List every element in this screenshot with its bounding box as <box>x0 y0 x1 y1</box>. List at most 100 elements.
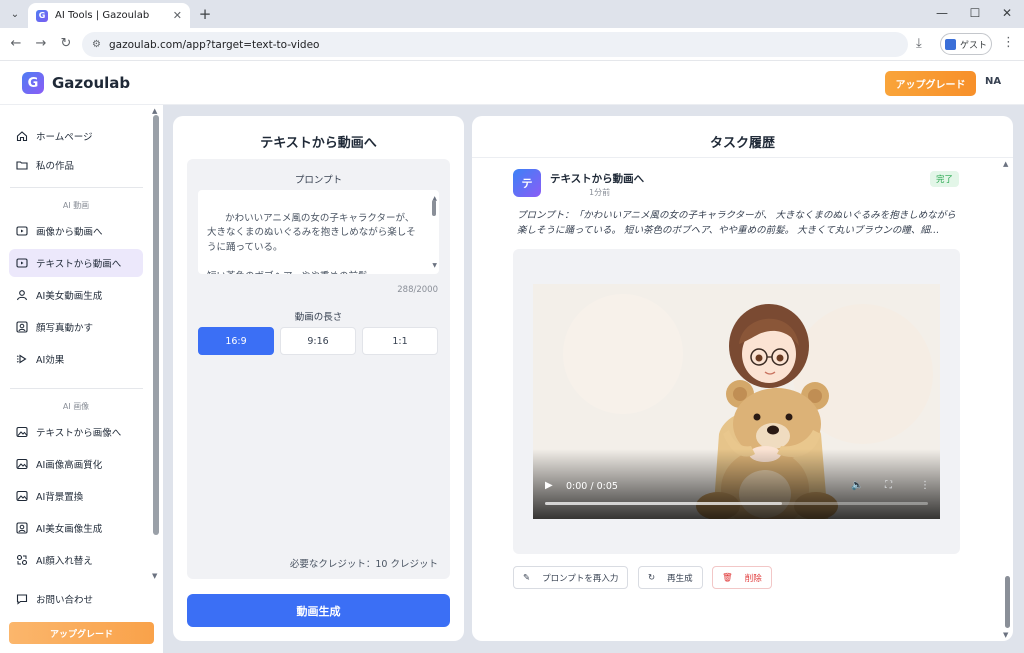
history-scroll-up-icon[interactable]: ▲ <box>1003 160 1008 168</box>
sidebar-divider <box>10 388 143 389</box>
window-close-icon[interactable]: ✕ <box>997 6 1017 20</box>
person-icon <box>16 289 28 301</box>
brand-name[interactable]: Gazoulab <box>52 74 130 92</box>
regenerate-button[interactable]: ↻ 再生成 <box>638 566 703 589</box>
url-text: gazoulab.com/app?target=text-to-video <box>108 38 320 51</box>
chat-icon <box>16 593 28 605</box>
browser-menu-icon[interactable]: ⋮ <box>1002 35 1015 50</box>
sidebar-item-label: AI効果 <box>36 355 65 366</box>
sidebar-scroll-down-icon[interactable]: ▼ <box>152 572 157 580</box>
sidebar: ホームページ 私の作品 AI 動画 画像から動画へ テキストから動画へ AI美女… <box>0 105 163 653</box>
address-bar[interactable]: ⚙ gazoulab.com/app?target=text-to-video <box>82 32 908 57</box>
header-upgrade-button[interactable]: アップグレード <box>885 71 976 96</box>
sidebar-item-ai-beauty-video[interactable]: AI美女動画生成 <box>9 281 143 309</box>
refresh-icon: ↻ <box>648 572 656 583</box>
delete-label: 削除 <box>744 573 762 584</box>
sidebar-item-image-upscale[interactable]: AI画像高画質化 <box>9 450 143 478</box>
sidebar-item-label: AI顔入れ替え <box>36 556 93 567</box>
tab-list-icon[interactable]: ⌄ <box>6 5 24 23</box>
fullscreen-icon[interactable]: ⛶ <box>885 480 892 491</box>
video-time: 0:00 / 0:05 <box>566 481 618 492</box>
prompt-input[interactable]: かわいいアニメ風の女の子キャラクターが、大きなくまのぬいぐるみを抱きしめながら楽… <box>198 190 439 274</box>
image-hd-icon <box>16 458 28 470</box>
download-icon[interactable]: ⤓ <box>916 36 922 51</box>
video-text-icon <box>16 257 28 269</box>
new-tab-icon[interactable]: + <box>196 5 214 23</box>
reload-icon[interactable]: ↻ <box>58 36 74 51</box>
sidebar-item-label: AI背景置換 <box>36 492 84 503</box>
sidebar-item-image-to-video[interactable]: 画像から動画へ <box>9 217 143 245</box>
guest-label: ゲスト <box>959 40 987 51</box>
generator-title: テキストから動画へ <box>260 136 377 151</box>
minimize-icon[interactable]: — <box>932 6 952 20</box>
video-icon <box>16 225 28 237</box>
task-prompt: プロンプト：「かわいいアニメ風の女の子キャラクターが、 大きなくまのぬいぐるみを… <box>517 210 956 236</box>
sidebar-item-ai-beauty-image[interactable]: AI美女画像生成 <box>9 514 143 542</box>
portrait-image-icon <box>16 522 28 534</box>
sidebar-item-label: 私の作品 <box>36 161 75 172</box>
forward-icon[interactable]: → <box>33 36 49 51</box>
sidebar-item-label: テキストから動画へ <box>36 259 122 270</box>
app-header: G Gazoulab アップグレード NA <box>0 61 1024 105</box>
generator-form: プロンプト かわいいアニメ風の女の子キャラクターが、大きなくまのぬいぐるみを抱き… <box>187 159 450 579</box>
reprompt-button[interactable]: ✎ プロンプトを再入力 <box>513 566 629 589</box>
required-credits: 必要なクレジット：10 クレジット <box>289 559 438 570</box>
tab-title: AI Tools | Gazoulab <box>55 10 150 21</box>
sidebar-item-animate-portrait[interactable]: 顔写真動かす <box>9 313 143 341</box>
sidebar-item-label: ホームページ <box>36 132 93 143</box>
home-icon <box>16 130 28 142</box>
ratio-option-9-16[interactable]: 9:16 <box>280 327 356 355</box>
generate-video-button[interactable]: 動画生成 <box>187 594 450 627</box>
trash-icon: 🗑 <box>722 572 733 583</box>
history-scrollbar[interactable] <box>1005 576 1010 628</box>
video-player[interactable]: ▶ 0:00 / 0:05 🔈 ⛶ ⋮ <box>533 284 940 519</box>
video-container: ▶ 0:00 / 0:05 🔈 ⛶ ⋮ <box>513 249 960 554</box>
prompt-scrollbar[interactable] <box>432 200 436 216</box>
sidebar-item-home[interactable]: ホームページ <box>9 122 143 150</box>
face-swap-icon <box>16 554 28 566</box>
reprompt-label: プロンプトを再入力 <box>542 573 619 584</box>
play-icon[interactable]: ▶ <box>545 480 553 491</box>
sidebar-item-text-to-video[interactable]: テキストから動画へ <box>9 249 143 277</box>
sidebar-scrollbar[interactable] <box>153 115 159 535</box>
logo-icon[interactable]: G <box>22 72 44 94</box>
regenerate-label: 再生成 <box>667 573 693 584</box>
background-icon <box>16 490 28 502</box>
portrait-icon <box>16 321 28 333</box>
sidebar-section-image: AI 画像 <box>62 402 90 411</box>
sidebar-scroll-up-icon[interactable]: ▲ <box>152 107 157 115</box>
task-time: 1分前 <box>589 188 611 197</box>
maximize-icon[interactable]: ☐ <box>965 6 985 20</box>
video-menu-icon[interactable]: ⋮ <box>920 480 930 491</box>
back-icon[interactable]: ← <box>8 36 24 51</box>
prompt-text: かわいいアニメ風の女の子キャラクターが、大きなくまのぬいぐるみを抱きしめながら楽… <box>207 212 416 275</box>
sidebar-item-label: お問い合わせ <box>36 595 94 606</box>
sidebar-item-ai-effects[interactable]: AI効果 <box>9 345 143 373</box>
sidebar-upgrade-button[interactable]: アップグレード <box>9 622 154 644</box>
ratio-option-16-9[interactable]: 16:9 <box>198 327 274 355</box>
sidebar-item-contact[interactable]: お問い合わせ <box>9 585 143 613</box>
sidebar-item-my-works[interactable]: 私の作品 <box>9 151 143 179</box>
task-history-title: タスク履歴 <box>709 136 775 151</box>
sidebar-item-text-to-image[interactable]: テキストから画像へ <box>9 418 143 446</box>
volume-icon[interactable]: 🔈 <box>851 480 863 491</box>
browser-tab[interactable]: G AI Tools | Gazoulab ✕ <box>28 3 190 28</box>
sidebar-item-label: 画像から動画へ <box>36 227 103 238</box>
sidebar-item-label: AI美女画像生成 <box>36 524 103 535</box>
history-scroll-down-icon[interactable]: ▼ <box>1003 631 1008 639</box>
prompt-scroll-down-icon[interactable]: ▼ <box>432 259 437 274</box>
tab-close-icon[interactable]: ✕ <box>173 9 182 22</box>
ratio-option-1-1[interactable]: 1:1 <box>362 327 438 355</box>
profile-icon <box>944 38 956 50</box>
video-progress-bar[interactable] <box>545 502 928 505</box>
site-info-icon[interactable]: ⚙ <box>92 39 101 50</box>
char-count: 288/2000 <box>397 285 438 295</box>
browser-tabstrip: ⌄ G AI Tools | Gazoulab ✕ + — ☐ ✕ <box>0 0 1024 28</box>
sidebar-item-face-swap[interactable]: AI顔入れ替え <box>9 546 143 574</box>
sidebar-item-background-replace[interactable]: AI背景置換 <box>9 482 143 510</box>
delete-button[interactable]: 🗑 削除 <box>712 566 772 589</box>
task-title: テキストから動画へ <box>550 173 645 185</box>
sidebar-item-label: AI美女動画生成 <box>36 291 103 302</box>
guest-profile-button[interactable]: ゲスト <box>940 33 992 55</box>
avatar[interactable]: NA <box>985 76 1001 87</box>
